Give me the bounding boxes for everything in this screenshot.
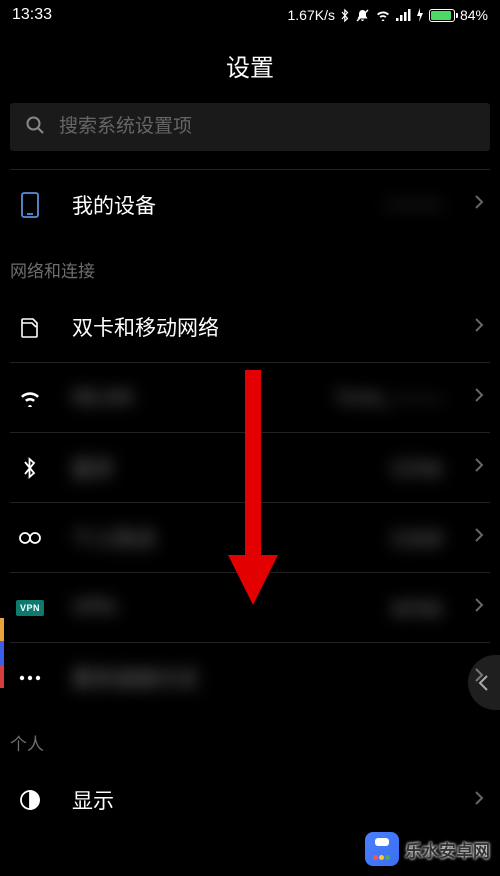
watermark-logo-icon	[365, 832, 399, 866]
charging-icon	[416, 8, 424, 22]
bluetooth-item[interactable]: 蓝牙 已开启	[10, 432, 490, 502]
section-personal-header: 个人	[0, 712, 500, 765]
chevron-right-icon	[474, 457, 484, 478]
chevron-right-icon	[474, 194, 484, 215]
search-bar[interactable]	[10, 103, 490, 151]
wifi-label: WLAN	[72, 386, 313, 410]
section-network-header: 网络和连接	[0, 239, 500, 292]
chevron-right-icon	[474, 317, 484, 338]
battery-pct: 84%	[460, 7, 488, 23]
more-label: 更多连接方式	[72, 663, 452, 693]
wifi-value: Tenda_———	[335, 388, 442, 408]
side-indicator	[0, 618, 4, 688]
bluetooth-label: 蓝牙	[72, 453, 369, 483]
hotspot-value: 已关闭	[391, 525, 442, 550]
sim-label: 双卡和移动网络	[72, 312, 452, 342]
bluetooth-icon	[340, 8, 350, 23]
hotspot-icon	[10, 530, 50, 546]
hotspot-item[interactable]: 个人热点 已关闭	[10, 502, 490, 572]
display-label: 显示	[72, 785, 452, 815]
my-device-label: 我的设备	[72, 190, 363, 220]
vpn-value: 未开启	[391, 595, 442, 620]
signal-icon	[396, 9, 411, 21]
dnd-icon	[355, 8, 370, 23]
device-icon	[10, 192, 50, 218]
sim-item[interactable]: 双卡和移动网络	[10, 292, 490, 362]
my-device-item[interactable]: 我的设备 ———	[10, 169, 490, 239]
chevron-right-icon	[474, 597, 484, 618]
vpn-item[interactable]: VPN VPN 未开启	[10, 572, 490, 642]
wifi-item[interactable]: WLAN Tenda_———	[10, 362, 490, 432]
chevron-right-icon	[474, 790, 484, 811]
status-time: 13:33	[12, 6, 52, 24]
battery-icon	[429, 9, 455, 22]
status-bar: 13:33 1.67K/s 84%	[0, 0, 500, 30]
watermark-text: 乐水安卓网	[405, 837, 490, 862]
bluetooth-setting-icon	[10, 456, 50, 480]
display-icon	[10, 789, 50, 811]
my-device-value: ———	[385, 194, 442, 216]
more-icon	[10, 675, 50, 681]
display-item[interactable]: 显示	[10, 765, 490, 835]
watermark: 乐水安卓网	[365, 832, 490, 866]
sim-icon	[10, 315, 50, 339]
chevron-right-icon	[474, 387, 484, 408]
page-title: 设置	[0, 30, 500, 103]
net-speed: 1.67K/s	[287, 7, 334, 23]
hotspot-label: 个人热点	[72, 523, 369, 553]
wifi-icon	[375, 9, 391, 21]
bluetooth-value: 已开启	[391, 455, 442, 480]
more-connections-item[interactable]: 更多连接方式	[10, 642, 490, 712]
chevron-right-icon	[474, 527, 484, 548]
vpn-label: VPN	[72, 596, 369, 620]
vpn-icon: VPN	[10, 600, 50, 616]
search-input[interactable]	[59, 116, 475, 138]
wifi-setting-icon	[10, 389, 50, 407]
search-icon	[25, 115, 45, 140]
status-right: 1.67K/s 84%	[287, 7, 488, 23]
